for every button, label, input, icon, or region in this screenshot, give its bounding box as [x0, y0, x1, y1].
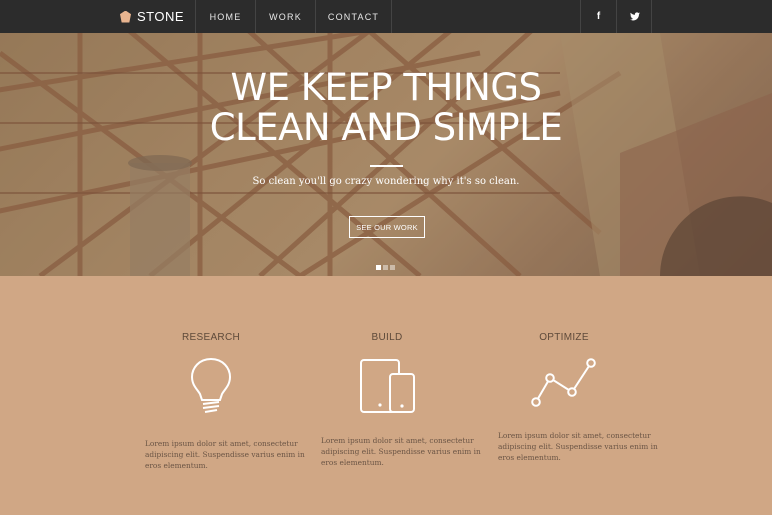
stone-logo-icon: [120, 10, 131, 23]
feature-text-optimize: Lorem ipsum dolor sit amet, consectetur …: [498, 431, 658, 462]
slider-dot-2[interactable]: [383, 265, 388, 270]
feature-text-research: Lorem ipsum dolor sit amet, consectetur …: [145, 439, 305, 470]
slider-dot-3[interactable]: [390, 265, 395, 270]
see-our-work-button[interactable]: SEE OUR WORK: [349, 216, 425, 238]
nav-home[interactable]: HOME: [196, 0, 255, 33]
headline-line-1: WE KEEP THINGS: [230, 66, 543, 109]
hero-headline: WE KEEP THINGS CLEAN AND SIMPLE: [0, 68, 772, 148]
nav-work[interactable]: WORK: [256, 0, 315, 33]
headline-line-2: CLEAN AND SIMPLE: [209, 106, 563, 149]
lightbulb-icon: [190, 357, 232, 413]
nav-divider: [651, 0, 652, 33]
feature-title-research: RESEARCH: [182, 332, 240, 343]
brand-name: STONE: [137, 9, 185, 24]
brand-logo[interactable]: STONE: [120, 0, 184, 33]
hero-slider: WE KEEP THINGS CLEAN AND SIMPLE So clean…: [0, 33, 772, 276]
feature-title-optimize: OPTIMIZE: [539, 332, 589, 343]
feature-text-build: Lorem ipsum dolor sit amet, consectetur …: [321, 436, 481, 467]
headline-divider: [370, 165, 403, 167]
slider-dot-1[interactable]: [376, 265, 381, 270]
line-chart-icon: [531, 358, 596, 407]
top-navbar: STONE HOME WORK CONTACT f: [0, 0, 772, 33]
twitter-icon[interactable]: [617, 0, 652, 33]
facebook-icon[interactable]: f: [581, 0, 616, 33]
nav-divider: [391, 0, 392, 33]
twitter-bird-icon: [629, 12, 640, 21]
devices-icon: [360, 359, 415, 413]
feature-title-build: BUILD: [371, 332, 403, 343]
hero-tagline: So clean you'll go crazy wondering why i…: [252, 176, 520, 187]
nav-contact[interactable]: CONTACT: [316, 0, 391, 33]
slider-dots: [376, 265, 395, 270]
features-section: RESEARCH Lorem ipsum dolor sit amet, con…: [0, 276, 772, 515]
